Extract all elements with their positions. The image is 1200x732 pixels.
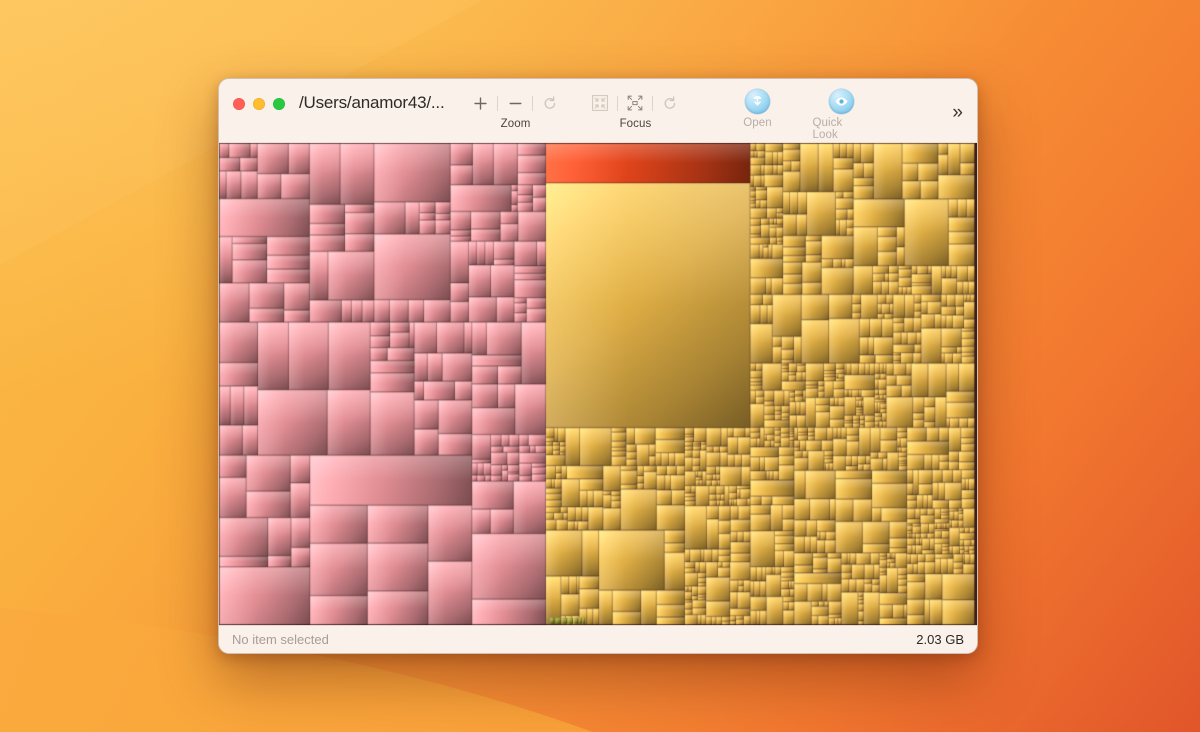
open-button-circle (744, 89, 770, 114)
selection-status: No item selected (232, 632, 329, 647)
status-bar: No item selected 2.03 GB (219, 625, 977, 653)
minimize-button[interactable] (253, 98, 265, 110)
focus-in-button[interactable] (586, 91, 614, 115)
toolbar-overflow-button[interactable]: » (952, 103, 962, 122)
toolbar-divider (532, 95, 534, 111)
open-button[interactable]: Open (728, 89, 786, 141)
plus-icon (474, 96, 487, 110)
zoom-out-button[interactable] (501, 91, 529, 115)
expand-arrows-icon (628, 95, 643, 111)
app-window[interactable]: /Users/anamor43/... Zoom Focus Open Quic… (218, 78, 978, 654)
focus-reset-button[interactable] (656, 91, 684, 115)
zoom-group: Zoom (466, 90, 564, 130)
toolbar-divider (652, 95, 654, 111)
focus-group: Focus (586, 90, 684, 130)
focus-group-buttons (586, 90, 684, 116)
treemap-canvas[interactable] (219, 143, 975, 625)
quick-look-button[interactable]: Quick Look (812, 89, 870, 141)
reset-arrow-icon (665, 96, 676, 109)
reset-arrow-icon (545, 96, 556, 109)
open-button-label: Open (743, 117, 772, 129)
treemap-view[interactable] (219, 143, 977, 625)
toolbar-divider (617, 95, 619, 111)
maximize-button[interactable] (273, 98, 285, 110)
zoom-in-button[interactable] (466, 91, 494, 115)
toolbar-control-groups: Zoom Focus (466, 90, 684, 130)
window-titlebar[interactable]: /Users/anamor43/... Zoom Focus Open Quic… (219, 79, 977, 143)
toolbar-actions: Open Quick Look (728, 89, 870, 141)
traffic-light-group (233, 98, 285, 110)
total-size-label: 2.03 GB (916, 632, 964, 647)
minus-icon (509, 102, 522, 104)
focus-out-button[interactable] (621, 91, 649, 115)
toolbar-divider (497, 95, 499, 111)
quick-look-button-circle (828, 89, 854, 114)
open-download-icon (753, 96, 762, 106)
window-title: /Users/anamor43/... (299, 93, 445, 112)
contract-box-icon (592, 95, 609, 111)
eye-icon (835, 97, 848, 106)
quick-look-button-label: Quick Look (812, 117, 843, 141)
zoom-reset-button[interactable] (536, 91, 564, 115)
zoom-group-label: Zoom (500, 118, 531, 130)
zoom-group-buttons (466, 90, 564, 116)
close-button[interactable] (233, 98, 245, 110)
focus-group-label: Focus (619, 118, 652, 130)
